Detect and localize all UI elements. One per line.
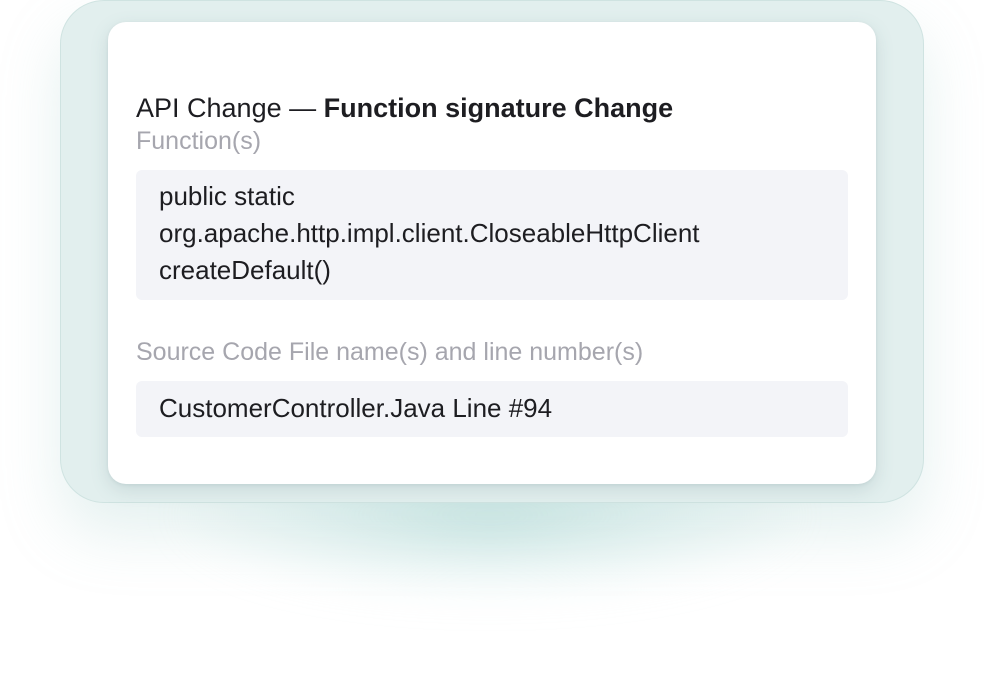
source-code-label: Source Code File name(s) and line number… [136,338,644,366]
functions-label: Function(s) [136,127,262,155]
source-code-value-box: CustomerController.Java Line #94 [136,381,848,437]
function-line: createDefault() [159,255,331,285]
function-line: public static [159,181,295,211]
functions-value-box: public static org.apache.http.impl.clien… [136,170,848,300]
source-code-value: CustomerController.Java Line #94 [159,393,553,423]
function-line: org.apache.http.impl.client.CloseableHtt… [159,218,700,248]
heading-emphasis: Function signature Change [323,93,674,123]
card-heading: API Change — Function signature Change [136,90,673,126]
stage: API Change — Function signature Change F… [0,0,984,684]
api-change-card: API Change — Function signature Change F… [108,22,876,484]
heading-prefix: API Change — [136,93,324,123]
